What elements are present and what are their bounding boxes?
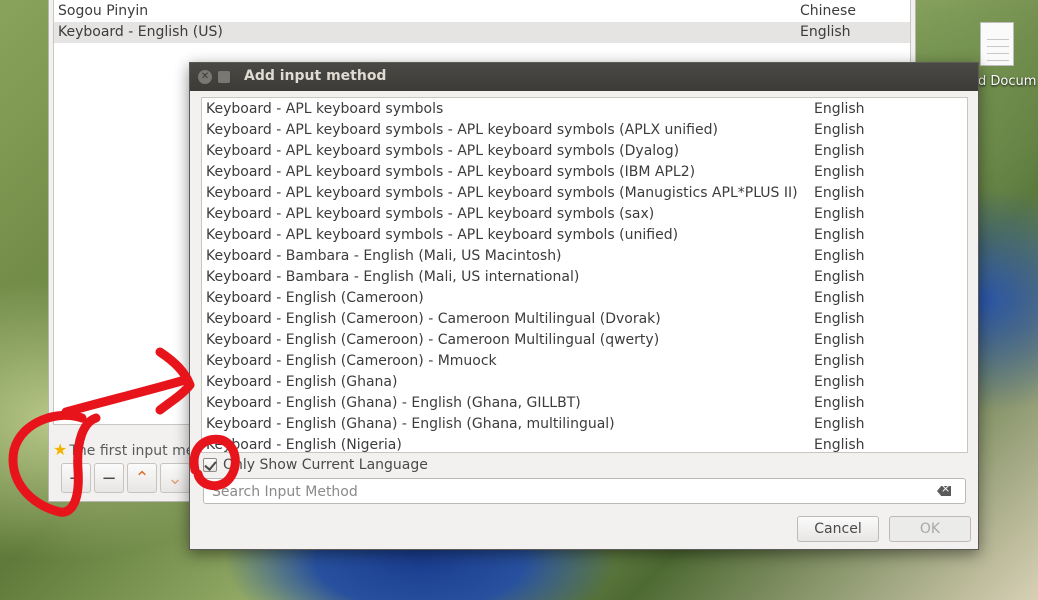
input-method-language: English [814,437,865,453]
input-method-name: Keyboard - English (Cameroon) - Cameroon… [206,311,661,327]
add-button[interactable]: + [61,463,91,493]
list-item[interactable]: Keyboard - English (Cameroon) - Mmuock En… [202,351,967,372]
list-item[interactable]: Sogou Pinyin Chinese (China) [54,1,910,40]
search-input[interactable] [210,482,934,502]
input-method-name: Keyboard - English (Ghana) [206,374,398,390]
list-item[interactable]: Keyboard - APL keyboard symbols - APL ke… [202,225,967,246]
list-item[interactable]: Keyboard - APL keyboard symbols - APL ke… [202,141,967,162]
dialog-title: Add input method [244,68,387,84]
input-method-language: English [814,185,865,201]
list-toolbar: + − ⌃ ⌄ [61,463,193,493]
input-method-language: English [814,122,865,138]
only-current-language-checkbox[interactable] [203,458,217,472]
input-method-name: Keyboard - English (Cameroon) - Mmuock [206,353,497,369]
move-up-button[interactable]: ⌃ [127,463,157,493]
input-method-name: Keyboard - APL keyboard symbols - APL ke… [206,227,679,243]
input-method-name: Keyboard - APL keyboard symbols - APL ke… [206,143,680,159]
list-item[interactable]: Keyboard - APL keyboard symbols - APL ke… [202,120,967,141]
input-method-language: English [814,395,865,411]
list-item[interactable]: Keyboard - Bambara - English (Mali, US M… [202,246,967,267]
input-method-language: English [814,416,865,432]
list-item[interactable]: Keyboard - English (Ghana) English [202,372,967,393]
list-item[interactable]: Keyboard - English (Ghana) - English (Gh… [202,414,967,435]
move-down-button[interactable]: ⌄ [160,463,190,493]
info-text: ★ The first input me [53,440,195,459]
input-method-name: Keyboard - English (Cameroon) - Cameroon… [206,332,660,348]
input-method-name: Sogou Pinyin [58,3,149,19]
input-method-language: English [814,143,865,159]
desktop-document-icon[interactable]: d Docum [976,22,1038,92]
list-item[interactable]: Keyboard - English (Cameroon) - Cameroon… [202,309,967,330]
input-method-language: English [814,164,865,180]
input-method-language: English [814,269,865,285]
list-item[interactable]: Keyboard - English (US) English [54,22,910,43]
input-method-name: Keyboard - English (Nigeria) [206,437,402,453]
input-method-language: English [814,353,865,369]
only-current-language-toggle[interactable]: Only Show Current Language [203,456,428,474]
list-item[interactable]: Keyboard - English (Cameroon) - Cameroon… [202,330,967,351]
list-item[interactable]: Keyboard - Bambara - English (Mali, US i… [202,267,967,288]
available-input-method-list: Keyboard - APL keyboard symbols English K… [201,97,968,453]
close-icon[interactable]: ✕ [198,70,212,84]
input-method-language: English [814,101,865,117]
add-input-method-dialog: ✕ Add input method Keyboard - APL keyboa… [189,62,979,550]
input-method-name: Keyboard - APL keyboard symbols - APL ke… [206,185,798,201]
input-method-name: Keyboard - English (Ghana) - English (Gh… [206,416,615,432]
input-method-name: Keyboard - English (US) [58,24,223,40]
ok-button[interactable]: OK [889,516,971,542]
input-method-name: Keyboard - APL keyboard symbols - APL ke… [206,122,718,138]
remove-button[interactable]: − [94,463,124,493]
cancel-button[interactable]: Cancel [797,516,879,542]
input-method-name: Keyboard - APL keyboard symbols - APL ke… [206,164,696,180]
input-method-name: Keyboard - APL keyboard symbols [206,101,444,117]
clear-icon[interactable] [937,486,951,496]
input-method-language: English [814,248,865,264]
list-item[interactable]: Keyboard - APL keyboard symbols English [202,99,967,120]
star-icon: ★ [53,440,68,459]
input-method-name: Keyboard - APL keyboard symbols - APL ke… [206,206,655,222]
list-item[interactable]: Keyboard - APL keyboard symbols - APL ke… [202,204,967,225]
list-item[interactable]: Keyboard - APL keyboard symbols - APL ke… [202,162,967,183]
minimize-icon[interactable] [218,71,230,83]
input-method-language: English [814,311,865,327]
search-field [203,478,966,504]
input-method-language: English [814,290,865,306]
input-method-language: English [814,227,865,243]
input-method-language: English [814,332,865,348]
list-item[interactable]: Keyboard - English (Ghana) - English (Gh… [202,393,967,414]
dialog-titlebar: ✕ Add input method [190,63,978,91]
input-method-language: English [814,206,865,222]
only-current-language-label: Only Show Current Language [223,457,428,473]
input-method-name: Keyboard - English (Cameroon) [206,290,424,306]
list-item[interactable]: Keyboard - APL keyboard symbols - APL ke… [202,183,967,204]
desktop-icon-label: d Docum [978,74,1037,89]
input-method-name: Keyboard - Bambara - English (Mali, US i… [206,269,580,285]
input-method-language: English [800,24,851,40]
list-item[interactable]: Keyboard - English (Nigeria) English [202,435,967,453]
input-method-language: English [814,374,865,390]
document-icon [980,22,1014,66]
input-method-name: Keyboard - Bambara - English (Mali, US M… [206,248,562,264]
list-item[interactable]: Keyboard - English (Cameroon) English [202,288,967,309]
input-method-name: Keyboard - English (Ghana) - English (Gh… [206,395,581,411]
